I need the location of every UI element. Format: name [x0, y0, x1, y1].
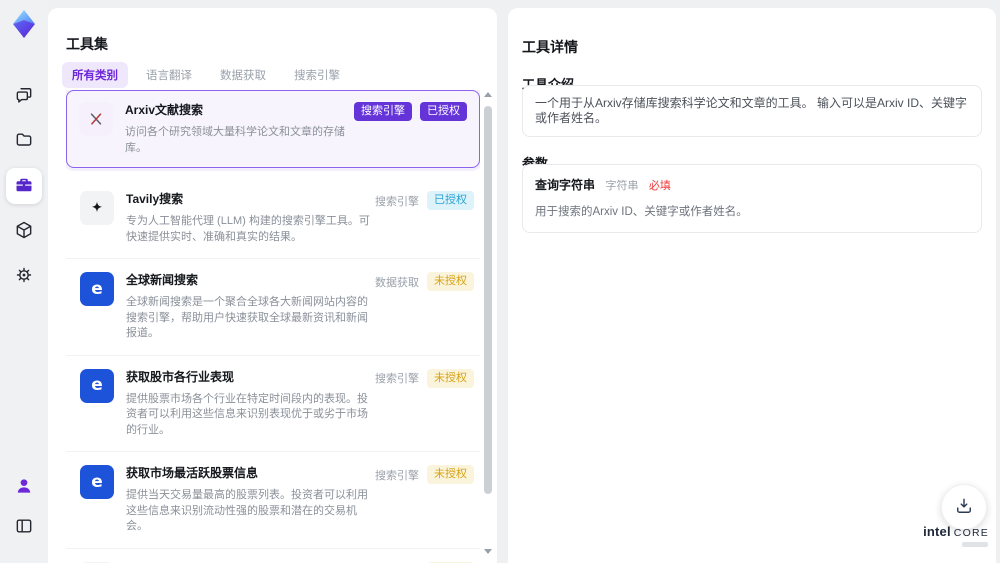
param-required-flag: 必填 [648, 180, 671, 192]
user-avatar-icon [14, 476, 34, 499]
tool-description: 提供股票市场各个行业在特定时间段内的表现。投资者可以利用这些信息来识别表现优于或… [126, 392, 368, 436]
brand-intel-text: intel [923, 524, 951, 539]
sidebar-nav [6, 78, 42, 294]
user-avatar-button[interactable] [6, 469, 42, 505]
tool-body: Arxiv文献搜索 搜索引擎 已授权 访问各个研究领域大量科学论文和文章的存储库… [125, 102, 467, 156]
sidebar-item-packages[interactable] [6, 213, 42, 249]
tool-body: 获取股市各行业表现 搜索引擎 未授权 提供股票市场各个行业在特定时间段内的表现。… [126, 368, 474, 439]
panel-toggle-icon [14, 516, 34, 539]
tool-list: Arxiv文献搜索 搜索引擎 已授权 访问各个研究领域大量科学论文和文章的存储库… [66, 90, 480, 563]
sidebar-item-files[interactable] [6, 123, 42, 159]
sidebar-item-chat[interactable] [6, 78, 42, 114]
tool-card-arxiv-search[interactable]: Arxiv文献搜索 搜索引擎 已授权 访问各个研究领域大量科学论文和文章的存储库… [66, 90, 480, 168]
tool-card-most-active-stocks[interactable]: e 获取市场最活跃股票信息 搜索引擎 未授权 提供当天交易量最高的股票列表。投资… [66, 452, 480, 549]
news-service-glyph: e [91, 471, 103, 492]
param-box: 查询字符串 字符串 必填 用于搜索的Arxiv ID、关键字或作者姓名。 [522, 164, 982, 233]
scrollbar-thumb[interactable] [484, 106, 492, 494]
brand-subtext-placeholder [962, 542, 988, 547]
intro-box: 一个用于从Arxiv存储库搜索科学论文和文章的工具。 输入可以是Arxiv ID… [522, 85, 982, 137]
briefcase-icon [14, 175, 34, 198]
tab-all-categories[interactable]: 所有类别 [62, 62, 128, 88]
news-service-glyph: e [91, 278, 103, 299]
news-service-icon: e [80, 272, 114, 306]
param-name: 查询字符串 [535, 178, 596, 192]
sidebar-item-settings[interactable] [6, 258, 42, 294]
sidebar-bottom [6, 469, 42, 545]
app-logo-icon [10, 9, 38, 44]
page-title: 工具集 [66, 36, 108, 53]
tool-name: Tavily搜索 [126, 192, 184, 206]
param-description: 用于搜索的Arxiv ID、关键字或作者姓名。 [535, 206, 748, 218]
tab-language-translation[interactable]: 语言翻译 [136, 62, 202, 88]
tool-body: 全球新闻搜索 数据获取 未授权 全球新闻搜索是一个聚合全球各大新闻网站内容的搜索… [126, 272, 474, 342]
auth-status-badge: 已授权 [427, 191, 474, 210]
tool-body: 获取市场最活跃股票信息 搜索引擎 未授权 提供当天交易量最高的股票列表。投资者可… [126, 465, 474, 535]
category-tabs: 所有类别 语言翻译 数据获取 搜索引擎 [62, 62, 350, 88]
download-icon [954, 496, 974, 519]
tools-panel: 工具集 所有类别 语言翻译 数据获取 搜索引擎 Arxiv文献搜索 搜索引擎 已… [48, 8, 497, 563]
scroll-up-arrow-icon[interactable] [484, 92, 492, 97]
tool-tags: 搜索引擎 已授权 [375, 191, 474, 210]
tool-name: 获取股市各行业表现 [126, 369, 235, 384]
sidebar-item-tools[interactable] [6, 168, 42, 204]
news-service-icon: e [80, 465, 114, 499]
tab-data-acquisition[interactable]: 数据获取 [210, 62, 276, 88]
cube-icon [14, 220, 34, 243]
param-header: 查询字符串 字符串 必填 [535, 176, 969, 194]
tool-card-global-news-search[interactable]: e 全球新闻搜索 数据获取 未授权 全球新闻搜索是一个聚合全球各大新闻网站内容的… [66, 259, 480, 356]
category-badge: 搜索引擎 [354, 102, 412, 121]
tool-name: 获取市场最活跃股票信息 [126, 466, 259, 480]
details-title: 工具详情 [522, 38, 578, 55]
tool-card-regional-news-query[interactable]: 万维地区新闻查询 搜索引擎 未授权 查询具体行政区划内的新闻，快速了解各地新闻动 [66, 548, 480, 563]
panel-toggle-button[interactable] [6, 509, 42, 545]
auth-status-badge: 未授权 [427, 272, 474, 291]
intel-core-logo: intel CORE [922, 524, 990, 547]
tool-description: 全球新闻搜索是一个聚合全球各大新闻网站内容的搜索引擎，帮助用户快速获取全球最新资… [126, 296, 368, 339]
tool-name: Arxiv文献搜索 [125, 103, 204, 117]
category-label: 数据获取 [375, 276, 419, 289]
tool-card-tavily-search[interactable]: Tavily搜索 搜索引擎 已授权 专为人工智能代理 (LLM) 构建的搜索引擎… [66, 178, 480, 259]
tool-description: 提供当天交易量最高的股票列表。投资者可以利用这些信息来识别流动性强的股票和潜在的… [126, 489, 368, 532]
news-service-icon: e [80, 368, 114, 403]
param-type: 字符串 [605, 180, 639, 192]
gear-icon [14, 265, 34, 288]
news-service-glyph: e [91, 375, 103, 395]
auth-status-badge: 已授权 [420, 102, 467, 121]
tool-description: 访问各个研究领域大量科学论文和文章的存储库。 [125, 126, 345, 154]
brand-core-text: CORE [953, 527, 989, 539]
scroll-down-arrow-icon[interactable] [484, 549, 492, 554]
tool-name: 全球新闻搜索 [126, 273, 199, 287]
auth-status-badge: 未授权 [427, 368, 474, 388]
auth-status-badge: 未授权 [427, 465, 474, 484]
intro-text: 一个用于从Arxiv存储库搜索科学论文和文章的工具。 输入可以是Arxiv ID… [535, 96, 968, 125]
tool-tags: 搜索引擎 已授权 [354, 102, 467, 121]
chat-icon [14, 85, 34, 108]
folder-icon [14, 130, 34, 153]
tool-body: Tavily搜索 搜索引擎 已授权 专为人工智能代理 (LLM) 构建的搜索引擎… [126, 191, 474, 245]
tool-description: 专为人工智能代理 (LLM) 构建的搜索引擎工具。可快速提供实时、准确和真实的结… [126, 215, 370, 243]
tool-card-stock-sector-performance[interactable]: e 获取股市各行业表现 搜索引擎 未授权 提供股票市场各个行业在特定时间段内的表… [66, 355, 480, 452]
tool-tags: 搜索引擎 未授权 [375, 368, 474, 388]
category-label: 搜索引擎 [375, 373, 419, 385]
app-window: 工具集 所有类别 语言翻译 数据获取 搜索引擎 Arxiv文献搜索 搜索引擎 已… [0, 0, 1000, 563]
tab-search-engine[interactable]: 搜索引擎 [284, 62, 350, 88]
tool-tags: 数据获取 未授权 [375, 272, 474, 291]
arxiv-logo-icon [79, 102, 113, 136]
sidebar [0, 0, 48, 563]
category-label: 搜索引擎 [375, 195, 419, 208]
tavily-star-icon [80, 191, 114, 225]
category-label: 搜索引擎 [375, 469, 419, 482]
tool-details-panel: 工具详情 工具介绍 一个用于从Arxiv存储库搜索科学论文和文章的工具。 输入可… [508, 8, 996, 563]
tool-tags: 搜索引擎 未授权 [375, 465, 474, 484]
list-scrollbar [483, 92, 493, 554]
